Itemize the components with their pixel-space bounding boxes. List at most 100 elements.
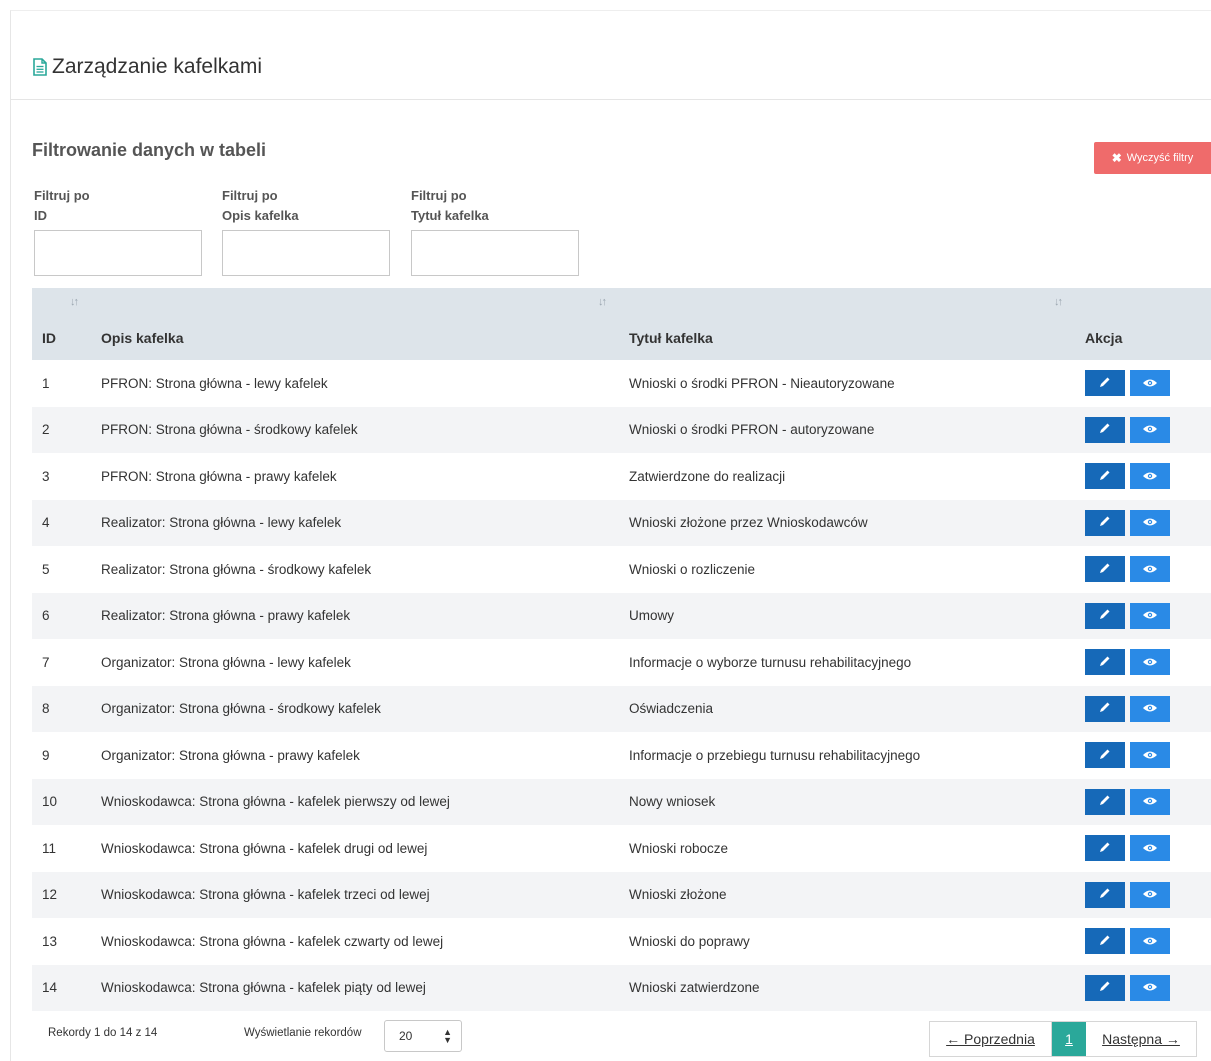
- edit-button[interactable]: [1085, 370, 1125, 397]
- cell-id: 4: [42, 515, 50, 531]
- pencil-icon: [1098, 747, 1112, 764]
- cell-opis: Realizator: Strona główna - lewy kafelek: [101, 515, 342, 531]
- page-length-value: 20: [399, 1029, 413, 1043]
- view-button[interactable]: [1130, 509, 1170, 536]
- page-length-label: Wyświetlanie rekordów: [244, 1027, 362, 1039]
- column-header-opis[interactable]: ↓↑ Opis kafelka: [101, 288, 629, 360]
- pagination-page-current[interactable]: 1: [1052, 1022, 1086, 1056]
- eye-icon: [1142, 469, 1158, 484]
- row-actions: [1085, 370, 1211, 397]
- column-header-id-label: ID: [42, 330, 56, 346]
- pencil-icon: [1098, 793, 1112, 810]
- filter-section-title: Filtrowanie danych w tabeli: [32, 140, 267, 160]
- pagination-prev[interactable]: ← Poprzednia: [930, 1022, 1052, 1056]
- cell-opis: Realizator: Strona główna - prawy kafele…: [101, 608, 351, 624]
- view-button[interactable]: [1130, 928, 1170, 955]
- cell-akcja: [1085, 500, 1211, 547]
- cell-id: 9: [42, 747, 50, 763]
- cell-akcja: [1085, 872, 1211, 919]
- eye-icon: [1142, 934, 1158, 949]
- view-button[interactable]: [1130, 649, 1170, 676]
- cell-tytul: Zatwierdzone do realizacji: [629, 468, 786, 484]
- page-title-text: Zarządzanie kafelkami: [52, 55, 263, 78]
- view-button[interactable]: [1130, 974, 1170, 1001]
- eye-icon: [1142, 794, 1158, 809]
- row-actions: [1085, 835, 1211, 862]
- cell-tytul: Informacje o wyborze turnusu rehabilitac…: [629, 654, 912, 670]
- edit-button[interactable]: [1085, 742, 1125, 769]
- cell-tytul: Informacje o przebiegu turnusu rehabilit…: [629, 747, 921, 763]
- column-header-tytul[interactable]: ↓↑ Tytuł kafelka: [629, 288, 1085, 360]
- view-button[interactable]: [1130, 695, 1170, 722]
- table-header-row: ↓↑ ID ↓↑ Opis kafelka ↓↑ Tytuł kafelka A…: [32, 288, 1211, 360]
- view-button[interactable]: [1130, 556, 1170, 583]
- pencil-icon: [1098, 468, 1112, 485]
- edit-button[interactable]: [1085, 881, 1125, 908]
- table-row: 14 Wnioskodawca: Strona główna - kafelek …: [32, 964, 1211, 1012]
- view-button[interactable]: [1130, 416, 1170, 443]
- edit-button[interactable]: [1085, 556, 1125, 583]
- column-header-id[interactable]: ↓↑ ID: [32, 288, 101, 360]
- cell-id: 5: [42, 561, 50, 577]
- pencil-icon: [1098, 886, 1112, 903]
- table-row: 3 PFRON: Strona główna - prawy kafelek Zat…: [32, 453, 1211, 500]
- edit-button[interactable]: [1085, 649, 1125, 676]
- cell-id: 12: [42, 887, 58, 903]
- view-button[interactable]: [1130, 881, 1170, 908]
- cell-opis: Organizator: Strona główna - lewy kafele…: [101, 654, 351, 670]
- cell-tytul: Wnioski o środki PFRON - Nieautoryzowane: [629, 375, 895, 391]
- cell-opis: PFRON: Strona główna - prawy kafelek: [101, 468, 337, 484]
- view-button[interactable]: [1130, 602, 1170, 629]
- cell-tytul: Wnioski o rozliczenie: [629, 561, 756, 577]
- table-row: 9 Organizator: Strona główna - prawy kafe…: [32, 732, 1211, 779]
- cell-akcja: [1085, 593, 1211, 640]
- edit-button[interactable]: [1085, 695, 1125, 722]
- edit-button[interactable]: [1085, 602, 1125, 629]
- pencil-icon: [1098, 561, 1112, 578]
- view-button[interactable]: [1130, 742, 1170, 769]
- cell-akcja: [1085, 825, 1211, 872]
- cell-tytul: Oświadczenia: [629, 701, 714, 717]
- edit-button[interactable]: [1085, 509, 1125, 536]
- pencil-icon: [1098, 933, 1112, 950]
- cell-akcja: [1085, 732, 1211, 779]
- cell-id: 14: [42, 980, 58, 996]
- sort-icon: ↓↑: [598, 296, 607, 308]
- view-button[interactable]: [1130, 835, 1170, 862]
- filter-opis-input[interactable]: [222, 230, 390, 276]
- filter-tytul-label-line2: Tytuł kafelka: [411, 208, 489, 223]
- sort-icon: ↓↑: [1054, 296, 1063, 308]
- cell-tytul: Nowy wniosek: [629, 794, 716, 810]
- clear-filters-button[interactable]: ✖ Wyczyść filtry: [1094, 142, 1211, 174]
- edit-button[interactable]: [1085, 928, 1125, 955]
- edit-button[interactable]: [1085, 788, 1125, 815]
- table-row: 11 Wnioskodawca: Strona główna - kafelek …: [32, 825, 1211, 872]
- cell-akcja: [1085, 965, 1211, 1012]
- edit-button[interactable]: [1085, 974, 1125, 1001]
- cell-akcja: [1085, 546, 1211, 593]
- edit-button[interactable]: [1085, 463, 1125, 490]
- tiles-table: ↓↑ ID ↓↑ Opis kafelka ↓↑ Tytuł kafelka A…: [32, 288, 1211, 1011]
- row-actions: [1085, 463, 1211, 490]
- cell-id: 6: [42, 608, 50, 624]
- edit-button[interactable]: [1085, 416, 1125, 443]
- cell-opis: Organizator: Strona główna - środkowy ka…: [101, 701, 381, 717]
- view-button[interactable]: [1130, 788, 1170, 815]
- view-button[interactable]: [1130, 370, 1170, 397]
- row-actions: [1085, 788, 1211, 815]
- cell-id: 13: [42, 933, 58, 949]
- eye-icon: [1142, 887, 1158, 902]
- cell-id: 3: [42, 468, 50, 484]
- edit-button[interactable]: [1085, 835, 1125, 862]
- table-row: 7 Organizator: Strona główna - lewy kafel…: [32, 639, 1211, 686]
- pagination-next[interactable]: Następna →: [1086, 1022, 1196, 1056]
- filter-tytul-input[interactable]: [411, 230, 579, 276]
- caret-updown-icon: ▲ ▼: [443, 1027, 452, 1045]
- filter-id-input[interactable]: [34, 230, 202, 276]
- cell-akcja: [1085, 686, 1211, 733]
- view-button[interactable]: [1130, 463, 1170, 490]
- cell-opis: PFRON: Strona główna - lewy kafelek: [101, 375, 328, 391]
- page-length-select[interactable]: 20 ▲ ▼: [384, 1020, 462, 1052]
- cell-tytul: Wnioski złożone: [629, 887, 727, 903]
- column-header-tytul-label: Tytuł kafelka: [629, 330, 713, 346]
